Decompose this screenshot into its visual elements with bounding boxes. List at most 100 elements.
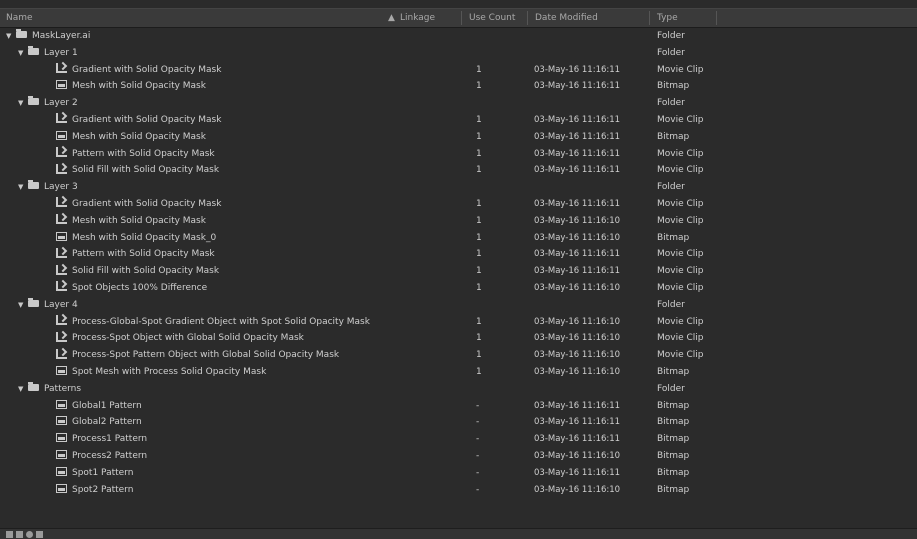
date-modified: 03-May-16 11:16:11 xyxy=(534,400,621,411)
library-panel: Name ▲ Linkage Use Count Date Modified T… xyxy=(0,0,917,539)
library-item-row[interactable]: Solid Fill with Solid Opacity Mask 1 03-Ma… xyxy=(0,162,917,179)
item-type: Movie Clip xyxy=(657,266,704,277)
library-item-row[interactable]: Process-Spot Pattern Object with Global … xyxy=(0,347,917,364)
disclosure-triangle-icon[interactable]: ▼ xyxy=(18,45,28,62)
column-divider[interactable] xyxy=(649,11,650,25)
library-item-row[interactable]: Global1 Pattern - 03-May-16 11:16:11 Bitmap xyxy=(0,398,917,415)
disclosure-triangle-icon[interactable]: ▼ xyxy=(18,381,28,398)
item-name: Spot2 Pattern xyxy=(72,484,134,495)
bitmap-icon xyxy=(56,433,67,443)
item-type: Folder xyxy=(657,299,685,310)
name-cell: ▼ Layer 1 xyxy=(18,45,78,62)
name-cell: Pattern with Solid Opacity Mask xyxy=(56,246,215,263)
folder-row[interactable]: ▼ Layer 1 Folder xyxy=(0,45,917,62)
movie-clip-icon xyxy=(56,264,67,275)
disclosure-triangle-icon[interactable]: ▼ xyxy=(6,28,16,45)
date-modified: 03-May-16 11:16:10 xyxy=(534,350,621,361)
column-header-name[interactable]: Name xyxy=(6,9,33,27)
item-type: Movie Clip xyxy=(657,333,704,344)
new-symbol-icon[interactable] xyxy=(6,531,13,538)
item-type: Folder xyxy=(657,383,685,394)
library-item-row[interactable]: Spot Objects 100% Difference 1 03-May-16 1… xyxy=(0,280,917,297)
date-modified: 03-May-16 11:16:11 xyxy=(534,148,621,159)
library-item-row[interactable]: Spot2 Pattern - 03-May-16 11:16:10 Bitmap xyxy=(0,482,917,499)
date-modified: 03-May-16 11:16:10 xyxy=(534,232,621,243)
properties-icon[interactable] xyxy=(26,531,33,538)
sort-arrow-icon[interactable]: ▲ xyxy=(388,9,395,27)
movie-clip-icon xyxy=(56,113,67,124)
library-item-row[interactable]: Global2 Pattern - 03-May-16 11:16:11 Bitmap xyxy=(0,414,917,431)
date-modified: 03-May-16 11:16:10 xyxy=(534,333,621,344)
item-name: Pattern with Solid Opacity Mask xyxy=(72,148,215,159)
library-item-row[interactable]: Process-Global-Spot Gradient Object with… xyxy=(0,314,917,331)
item-type: Folder xyxy=(657,182,685,193)
library-item-row[interactable]: Gradient with Solid Opacity Mask 1 03-May-… xyxy=(0,196,917,213)
movie-clip-icon xyxy=(56,247,67,258)
item-type: Folder xyxy=(657,98,685,109)
name-cell: Process-Spot Pattern Object with Global … xyxy=(56,347,339,364)
item-name: Global1 Pattern xyxy=(72,400,142,411)
use-count: 1 xyxy=(476,316,482,327)
library-item-row[interactable]: Pattern with Solid Opacity Mask 1 03-May-1… xyxy=(0,146,917,163)
column-header-use-count[interactable]: Use Count xyxy=(469,9,515,27)
library-item-row[interactable]: Mesh with Solid Opacity Mask 1 03-May-16 1… xyxy=(0,78,917,95)
library-item-row[interactable]: Mesh with Solid Opacity Mask 1 03-May-16 1… xyxy=(0,213,917,230)
library-item-row[interactable]: Process2 Pattern - 03-May-16 11:16:10 Bitma… xyxy=(0,448,917,465)
name-cell: Process-Global-Spot Gradient Object with… xyxy=(56,314,370,331)
column-header-type[interactable]: Type xyxy=(657,9,678,27)
folder-row[interactable]: ▼ Patterns Folder xyxy=(0,381,917,398)
library-item-list: ▼ MaskLayer.ai Folder ▼ Layer 1 Folder Gradien… xyxy=(0,28,917,498)
library-footer-toolbar xyxy=(0,528,917,539)
bitmap-icon xyxy=(56,130,67,140)
library-item-row[interactable]: Pattern with Solid Opacity Mask 1 03-May-1… xyxy=(0,246,917,263)
new-folder-icon[interactable] xyxy=(16,531,23,538)
movie-clip-icon xyxy=(56,348,67,359)
library-item-row[interactable]: Mesh with Solid Opacity Mask_0 1 03-May-16… xyxy=(0,230,917,247)
library-item-row[interactable]: Process1 Pattern - 03-May-16 11:16:11 Bitma… xyxy=(0,431,917,448)
item-type: Bitmap xyxy=(657,366,690,377)
library-item-row[interactable]: Process-Spot Object with Global Solid Op… xyxy=(0,330,917,347)
movie-clip-icon xyxy=(56,63,67,74)
delete-icon[interactable] xyxy=(36,531,43,538)
column-header-linkage[interactable]: Linkage xyxy=(400,9,435,27)
movie-clip-icon xyxy=(56,147,67,158)
column-divider[interactable] xyxy=(527,11,528,25)
item-type: Movie Clip xyxy=(657,316,704,327)
item-name: Mesh with Solid Opacity Mask xyxy=(72,81,206,92)
column-header-date-modified[interactable]: Date Modified xyxy=(535,9,598,27)
date-modified: 03-May-16 11:16:11 xyxy=(534,417,621,428)
folder-row[interactable]: ▼ MaskLayer.ai Folder xyxy=(0,28,917,45)
item-name: Process-Spot Pattern Object with Global … xyxy=(72,350,340,361)
column-divider[interactable] xyxy=(461,11,462,25)
name-cell: Spot Mesh with Process Solid Opacity Mas… xyxy=(56,364,266,381)
folder-row[interactable]: ▼ Layer 3 Folder xyxy=(0,179,917,196)
disclosure-triangle-icon[interactable]: ▼ xyxy=(18,297,28,314)
disclosure-triangle-icon[interactable]: ▼ xyxy=(18,95,28,112)
use-count: - xyxy=(476,417,480,428)
folder-row[interactable]: ▼ Layer 4 Folder xyxy=(0,297,917,314)
folder-row[interactable]: ▼ Layer 2 Folder xyxy=(0,95,917,112)
use-count: - xyxy=(476,434,480,445)
date-modified: 03-May-16 11:16:11 xyxy=(534,131,621,142)
library-item-row[interactable]: Spot Mesh with Process Solid Opacity Mas… xyxy=(0,364,917,381)
item-name: Spot Objects 100% Difference xyxy=(72,282,208,293)
item-name: Mesh with Solid Opacity Mask_0 xyxy=(72,232,217,243)
disclosure-triangle-icon[interactable]: ▼ xyxy=(18,179,28,196)
library-item-row[interactable]: Gradient with Solid Opacity Mask 1 03-May-… xyxy=(0,112,917,129)
item-name: Process2 Pattern xyxy=(72,450,148,461)
library-item-row[interactable]: Spot1 Pattern - 03-May-16 11:16:11 Bitmap xyxy=(0,465,917,482)
library-item-row[interactable]: Gradient with Solid Opacity Mask 1 03-May-… xyxy=(0,62,917,79)
item-type: Bitmap xyxy=(657,417,690,428)
movie-clip-icon xyxy=(56,197,67,208)
column-divider[interactable] xyxy=(716,11,717,25)
name-cell: Process-Spot Object with Global Solid Op… xyxy=(56,330,304,347)
item-type: Bitmap xyxy=(657,467,690,478)
library-item-row[interactable]: Mesh with Solid Opacity Mask 1 03-May-16 1… xyxy=(0,129,917,146)
item-name: Patterns xyxy=(44,383,82,394)
folder-icon xyxy=(28,96,39,106)
name-cell: Mesh with Solid Opacity Mask xyxy=(56,129,206,146)
date-modified: 03-May-16 11:16:10 xyxy=(534,282,621,293)
library-item-row[interactable]: Solid Fill with Solid Opacity Mask 1 03-Ma… xyxy=(0,263,917,280)
bitmap-icon xyxy=(56,449,67,459)
bitmap-icon xyxy=(56,483,67,493)
